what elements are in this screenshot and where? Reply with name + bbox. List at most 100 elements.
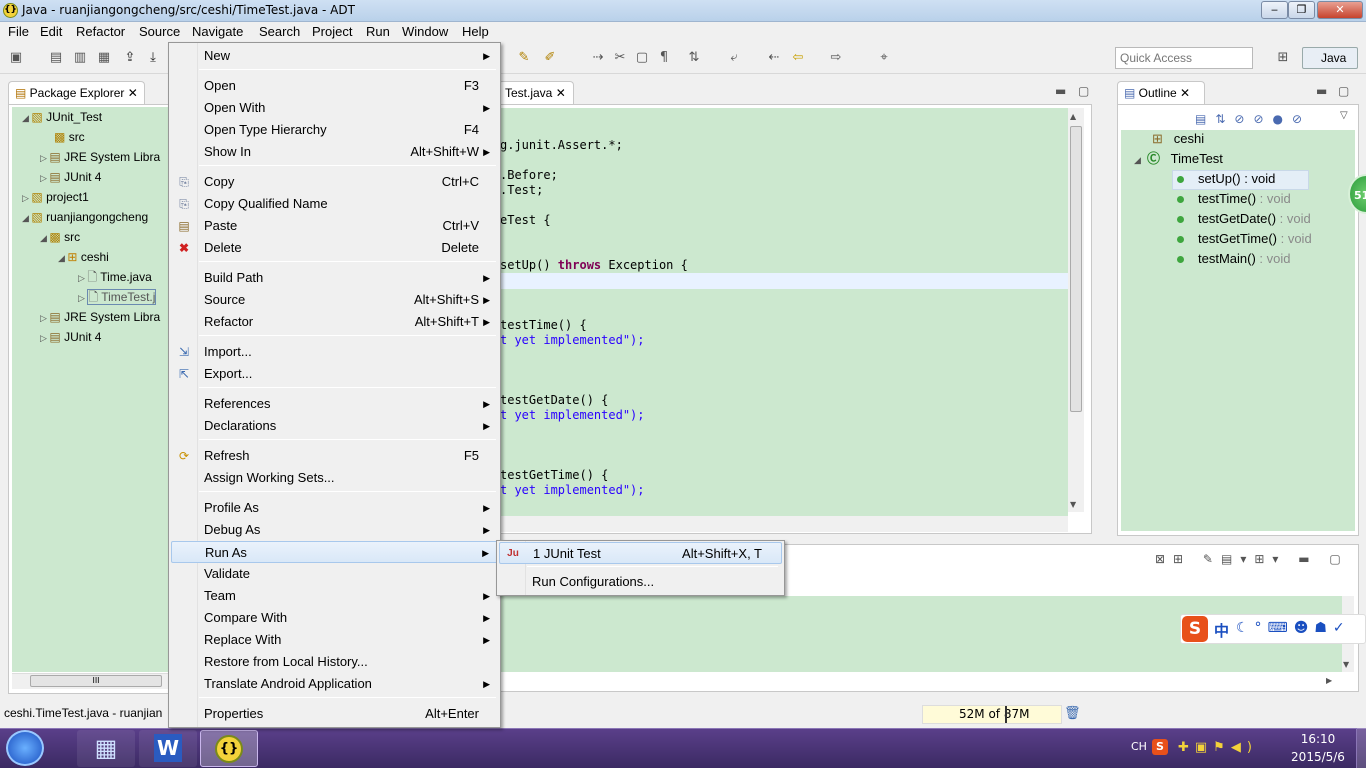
- minimize-view-icon[interactable]: ▬: [1316, 84, 1327, 98]
- tree-row[interactable]: ▷ 🗋 Time.java: [78, 267, 152, 287]
- menu-help[interactable]: Help: [462, 24, 489, 39]
- language-indicator[interactable]: CH: [1131, 740, 1147, 753]
- outline-method[interactable]: testGetTime() : void: [1177, 229, 1312, 249]
- menu-item-compare-with[interactable]: Compare With ▶: [171, 607, 498, 629]
- menu-item-debug-as[interactable]: Debug As ▶: [171, 519, 498, 541]
- open-perspective-icon[interactable]: ⊞: [1275, 50, 1291, 66]
- last-edit-icon[interactable]: ⤶: [726, 50, 742, 66]
- outline-method[interactable]: testTime() : void: [1177, 189, 1291, 209]
- tree-row[interactable]: ▷ ▤ JRE System Libra: [40, 307, 160, 327]
- menu-item-team[interactable]: Team ▶: [171, 585, 498, 607]
- menu-item-junit-test[interactable]: Ju 1 JUnit Test Alt+Shift+X, T: [499, 542, 782, 564]
- outline-method[interactable]: testGetDate() : void: [1177, 209, 1311, 229]
- scroll-right-icon[interactable]: ▶: [1326, 676, 1332, 685]
- tab-package-explorer[interactable]: ▤ Package Explorer ✕: [8, 81, 145, 105]
- new-icon[interactable]: ▣: [8, 50, 24, 66]
- menu-item-copy-qualified-name[interactable]: ⎘ Copy Qualified Name: [171, 193, 498, 215]
- close-tab-icon[interactable]: ✕: [556, 86, 566, 100]
- menu-item-run-as[interactable]: Run As ▶: [171, 541, 498, 563]
- menu-source[interactable]: Source: [139, 24, 180, 39]
- close-tab-icon[interactable]: ✕: [1180, 86, 1190, 100]
- tree-row[interactable]: ▷ ▧ project1: [22, 187, 89, 207]
- scroll-up-icon[interactable]: ▲: [1070, 112, 1076, 121]
- adt-taskbar-icon[interactable]: {}: [200, 730, 258, 767]
- menu-item-open-type-hierarchy[interactable]: Open Type Hierarchy F4: [171, 119, 498, 141]
- menu-run[interactable]: Run: [366, 24, 390, 39]
- word-taskbar-icon[interactable]: W: [139, 730, 197, 767]
- menu-item-properties[interactable]: Properties Alt+Enter: [171, 703, 498, 725]
- menu-item-export[interactable]: ⇱ Export...: [171, 363, 498, 385]
- ime-mode-icon[interactable]: 中: [1214, 620, 1229, 641]
- tree-row[interactable]: ◢ ⊞ ceshi: [58, 247, 109, 267]
- menu-item-refresh[interactable]: ⟳ Refresh F5: [171, 445, 498, 467]
- menu-edit[interactable]: Edit: [40, 24, 62, 39]
- scroll-thumb[interactable]: III: [30, 675, 162, 687]
- quick-access-input[interactable]: Quick Access: [1115, 47, 1253, 69]
- tab-timetest-java[interactable]: Test.java ✕: [498, 81, 574, 105]
- menu-item-profile-as[interactable]: Profile As ▶: [171, 497, 498, 519]
- sogou-logo-icon[interactable]: S: [1182, 616, 1208, 642]
- menu-item-copy[interactable]: ⎘ Copy Ctrl+C: [171, 171, 498, 193]
- explorer-taskbar-icon[interactable]: ▦: [77, 730, 135, 767]
- menu-item-delete[interactable]: ✖ Delete Delete: [171, 237, 498, 259]
- garbage-collect-icon[interactable]: 🗑: [1064, 706, 1081, 721]
- pin-editor-icon[interactable]: ⌖: [876, 50, 892, 66]
- maximize-button[interactable]: ❐: [1288, 1, 1315, 19]
- editor-scroll-thumb[interactable]: [1070, 126, 1082, 412]
- scroll-down-icon[interactable]: ▼: [1343, 660, 1349, 669]
- menu-item-restore-local-history[interactable]: Restore from Local History...: [171, 651, 498, 673]
- outline-class[interactable]: ◢ Ⓒ TimeTest: [1134, 149, 1223, 169]
- tree-row[interactable]: ▷ ▤ JUnit 4: [40, 327, 101, 347]
- menu-item-validate[interactable]: Validate: [171, 563, 498, 585]
- show-desktop-button[interactable]: [1356, 728, 1366, 768]
- upload-icon[interactable]: ⇪: [122, 50, 138, 66]
- download-icon[interactable]: ⤓: [145, 50, 161, 66]
- minimize-view-icon[interactable]: ▬: [1055, 84, 1066, 98]
- menu-item-replace-with[interactable]: Replace With ▶: [171, 629, 498, 651]
- annotation-nav-icon[interactable]: ⇅: [686, 50, 702, 66]
- back-icon[interactable]: ⇦: [790, 50, 806, 66]
- java-perspective-button[interactable]: Java: [1302, 47, 1358, 69]
- sogou-tray-icon[interactable]: S: [1152, 739, 1168, 755]
- save-icon[interactable]: ▤: [48, 50, 64, 66]
- menu-file[interactable]: File: [8, 24, 29, 39]
- menu-refactor[interactable]: Refactor: [76, 24, 125, 39]
- menu-item-import[interactable]: ⇲ Import...: [171, 341, 498, 363]
- menu-item-declarations[interactable]: Declarations ▶: [171, 415, 498, 437]
- ime-tool-icons[interactable]: ☾°⌨☻☗✓: [1236, 620, 1351, 636]
- tree-row[interactable]: ▩ src: [54, 127, 85, 147]
- print-icon[interactable]: ▦: [96, 50, 112, 66]
- menu-item-show-in[interactable]: Show In Alt+Shift+W ▶: [171, 141, 498, 163]
- menu-item-source[interactable]: Source Alt+Shift+S ▶: [171, 289, 498, 311]
- maximize-view-icon[interactable]: ▢: [1078, 84, 1089, 98]
- menu-item-paste[interactable]: ▤ Paste Ctrl+V: [171, 215, 498, 237]
- minimize-button[interactable]: ‒: [1261, 1, 1288, 19]
- menu-item-run-configurations[interactable]: Run Configurations...: [499, 571, 782, 593]
- menu-item-build-path[interactable]: Build Path ▶: [171, 267, 498, 289]
- save-all-icon[interactable]: ▥: [72, 50, 88, 66]
- tray-icons[interactable]: ✚▣⚑◀): [1178, 740, 1258, 755]
- tree-row[interactable]: ▷ ▤ JRE System Libra: [40, 147, 160, 167]
- search-icon[interactable]: ✐: [542, 50, 558, 66]
- tab-outline[interactable]: ▤ Outline ✕: [1117, 81, 1205, 105]
- next-annotation-icon[interactable]: ⇢: [590, 50, 606, 66]
- menu-window[interactable]: Window: [402, 24, 448, 39]
- maximize-view-icon[interactable]: ▢: [1338, 84, 1349, 98]
- menu-item-references[interactable]: References ▶: [171, 393, 498, 415]
- code-editor[interactable]: [498, 108, 1068, 516]
- menu-item-open-with[interactable]: Open With ▶: [171, 97, 498, 119]
- tree-row[interactable]: ▷ 🗋 TimeTest.j: [78, 287, 157, 307]
- menu-item-translate-android[interactable]: Translate Android Application ▶: [171, 673, 498, 695]
- back-gray-icon[interactable]: ⇠: [766, 50, 782, 66]
- menu-item-assign-working-sets[interactable]: Assign Working Sets...: [171, 467, 498, 489]
- tree-row[interactable]: ◢ ▧ JUnit_Test: [22, 107, 102, 127]
- menu-item-refactor[interactable]: Refactor Alt+Shift+T ▶: [171, 311, 498, 333]
- close-button[interactable]: ✕: [1317, 1, 1363, 19]
- show-whitespace-icon[interactable]: ¶: [656, 50, 672, 66]
- outline-method[interactable]: setUp() : void: [1177, 169, 1275, 189]
- outline-toolbar-icons[interactable]: ▤⇅⊘⊘●⊘: [1195, 112, 1311, 126]
- open-type-icon[interactable]: ✎: [516, 50, 532, 66]
- toggle-mark-icon[interactable]: ✂: [612, 50, 628, 66]
- scroll-down-icon[interactable]: ▼: [1070, 500, 1076, 509]
- outline-method[interactable]: testMain() : void: [1177, 249, 1290, 269]
